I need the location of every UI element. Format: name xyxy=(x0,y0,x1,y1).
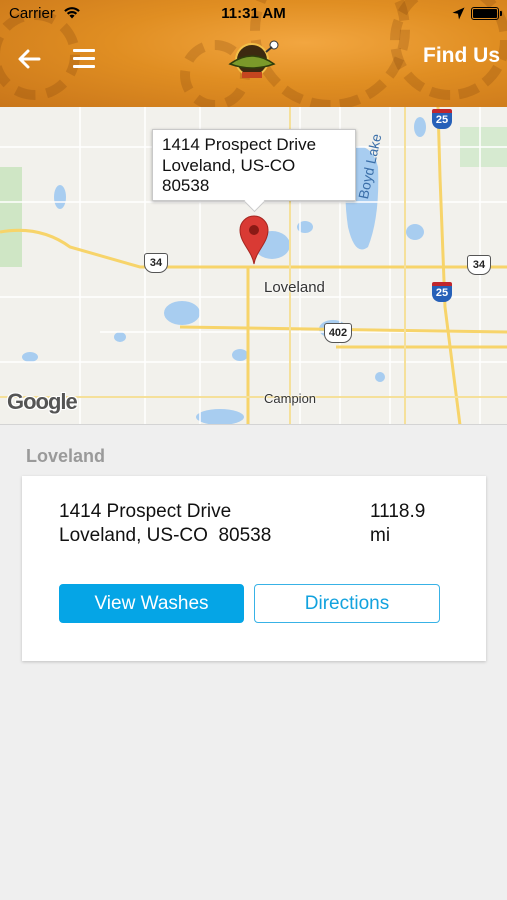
location-arrow-icon xyxy=(452,7,465,20)
map-view[interactable]: 1414 Prospect Drive Loveland, US-CO 8053… xyxy=(0,107,507,425)
app-header: Carrier 11:31 AM Find Us xyxy=(0,0,507,107)
address-line2: Loveland, US-CO 80538 xyxy=(59,525,272,546)
callout-street: 1414 Prospect Drive xyxy=(162,135,317,154)
steampunk-logo-icon xyxy=(228,40,279,78)
clock: 11:31 AM xyxy=(221,5,286,22)
map-pin-icon[interactable] xyxy=(238,215,270,265)
directions-button[interactable]: Directions xyxy=(254,584,440,623)
callout-city: Loveland, US-CO xyxy=(162,155,296,175)
back-arrow-icon[interactable] xyxy=(16,46,42,72)
interstate-shield: 25 xyxy=(432,282,452,302)
town-label: Campion xyxy=(264,391,317,406)
google-logo[interactable]: Google xyxy=(7,389,78,415)
interstate-shield: 25 xyxy=(432,109,452,129)
hamburger-menu-icon[interactable] xyxy=(73,49,95,69)
state-route-shield: 402 xyxy=(324,323,352,343)
address: 1414 Prospect Drive Loveland, US-CO 8053… xyxy=(59,500,271,548)
status-bar: Carrier 11:31 AM xyxy=(0,0,507,28)
distance: 1118.9 mi xyxy=(370,500,440,548)
location-callout[interactable]: 1414 Prospect Drive Loveland, US-CO 8053… xyxy=(152,129,356,201)
us-route-shield: 34 xyxy=(144,253,168,273)
battery-icon xyxy=(471,7,502,20)
callout-zip: 80538 xyxy=(162,176,210,195)
city-heading: Loveland xyxy=(26,446,106,466)
address-line1: 1414 Prospect Drive xyxy=(59,501,232,522)
us-route-shield: 34 xyxy=(467,255,491,275)
location-card: 1414 Prospect Drive Loveland, US-CO 8053… xyxy=(22,476,486,661)
distance-value: 1118.9 xyxy=(370,501,426,522)
distance-unit: mi xyxy=(370,525,391,546)
view-washes-button[interactable]: View Washes xyxy=(59,584,244,623)
town-label: Loveland xyxy=(264,279,325,296)
page-title: Find Us xyxy=(423,44,500,67)
